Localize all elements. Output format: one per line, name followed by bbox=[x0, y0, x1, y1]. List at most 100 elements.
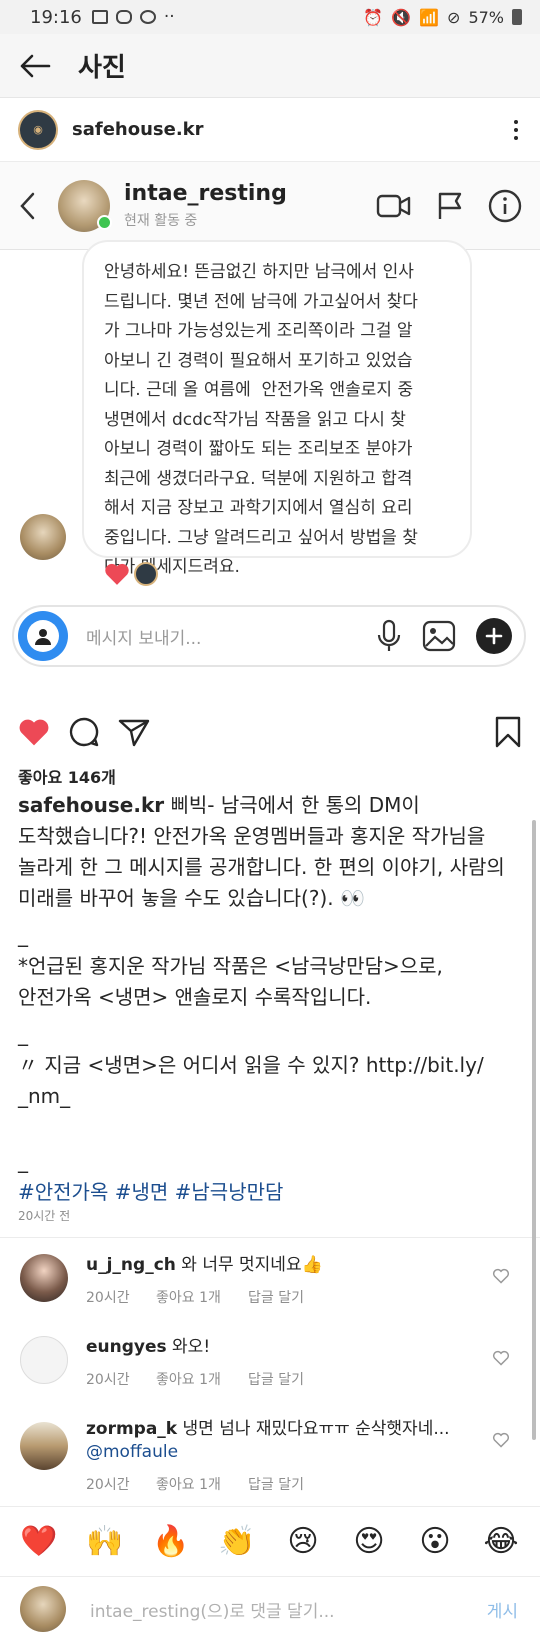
reactor-avatar bbox=[134, 562, 158, 586]
more-notifications-icon: ·· bbox=[163, 7, 175, 27]
caption-text: 안전가옥 <냉면> 앤솔로지 수록작입니다. bbox=[18, 985, 372, 1009]
status-time: 19:16 bbox=[30, 6, 82, 28]
emoji-surprised[interactable]: 😮 bbox=[411, 1522, 459, 1562]
comment-time: 20시간 bbox=[86, 1477, 130, 1493]
status-bar: 19:16 ·· ⏰ 🔇 📶 ⊘ 57% bbox=[0, 0, 540, 34]
comment-text: 와 너무 멋지네요👍 bbox=[175, 1255, 323, 1275]
emoji-clap[interactable]: 👏 bbox=[213, 1522, 261, 1562]
dm-header: intae_resting 현재 활동 중 bbox=[0, 162, 540, 250]
message-line: 안녕하세요! 뜬금없긴 하지만 남극에서 인사 bbox=[104, 262, 414, 282]
emoji-heart-eyes[interactable]: 😍 bbox=[345, 1522, 393, 1562]
dm-composer: 메시지 보내기... bbox=[12, 605, 526, 667]
divider bbox=[0, 1237, 540, 1238]
account-name[interactable]: safehouse.kr bbox=[72, 119, 204, 140]
caption-text: 삐빅- 남극에서 한 통의 DM이 bbox=[164, 793, 420, 817]
comment-text: 냉면 넘나 재밌다요ㅠㅠ 순삭햇자네... bbox=[177, 1419, 450, 1439]
message-line: 가 그나마 가능성있는게 조리쪽이라 그걸 알 bbox=[104, 321, 413, 341]
gallery-notification-icon bbox=[91, 10, 108, 24]
message-reactions bbox=[104, 562, 158, 586]
comment-like-icon[interactable] bbox=[492, 1350, 510, 1366]
message-line: 아보니 긴 경력이 필요해서 포기하고 있었습 bbox=[104, 350, 413, 371]
flag-icon bbox=[438, 192, 462, 219]
reply-button[interactable]: 답글 달기 bbox=[248, 1474, 304, 1494]
emoji-cry[interactable]: 😢 bbox=[279, 1522, 327, 1562]
microphone-icon bbox=[377, 619, 401, 651]
alarm-icon: ⏰ bbox=[363, 7, 384, 27]
post-timestamp: 20시간 전 bbox=[18, 1209, 71, 1223]
emoji-raised-hands[interactable]: 🙌 bbox=[81, 1522, 129, 1562]
comment-likes[interactable]: 좋아요 1개 bbox=[156, 1369, 248, 1389]
caption-separator: _ bbox=[18, 923, 28, 947]
current-user-avatar bbox=[20, 1586, 66, 1632]
comment-like-icon[interactable] bbox=[492, 1268, 510, 1284]
post-image[interactable]: intae_resting 현재 활동 중 안녕하세요! 뜬금없긴 하지만 남극… bbox=[0, 162, 540, 702]
dm-back-icon bbox=[0, 192, 54, 220]
share-icon[interactable] bbox=[118, 717, 150, 747]
dnd-icon: ⊘ bbox=[447, 7, 461, 27]
comment-username[interactable]: eungyes bbox=[86, 1337, 167, 1357]
app-bar: 사진 bbox=[0, 34, 540, 98]
comment-mention[interactable]: @moffaule bbox=[86, 1441, 486, 1464]
caption-handle[interactable]: safehouse.kr bbox=[18, 793, 164, 817]
back-arrow-icon bbox=[20, 54, 51, 77]
battery-level: 57% bbox=[468, 7, 504, 27]
account-avatar[interactable]: ◉ bbox=[18, 109, 58, 150]
post-header: ◉ safehouse.kr bbox=[0, 98, 540, 162]
comment-avatar[interactable] bbox=[20, 1336, 68, 1384]
gallery-icon bbox=[422, 620, 456, 652]
like-count[interactable]: 좋아요 146개 bbox=[18, 764, 116, 788]
bookmark-icon[interactable] bbox=[494, 716, 522, 748]
dm-message-bubble: 안녕하세요! 뜬금없긴 하지만 남극에서 인사 드립니다. 몇년 전에 남극에 … bbox=[82, 240, 472, 577]
caption-text: 놀라게 한 그 메시지를 공개합니다. 한 편의 이야기, 사람의 bbox=[18, 855, 505, 879]
video-call-icon bbox=[376, 194, 411, 217]
comment-time: 20시간 bbox=[86, 1290, 130, 1306]
page-title: 사진 bbox=[78, 53, 126, 83]
like-heart-icon[interactable] bbox=[18, 717, 50, 747]
emoji-laugh[interactable]: 😂 bbox=[477, 1522, 525, 1562]
mute-icon: 🔇 bbox=[391, 7, 412, 27]
message-line: 최근에 생겼더라구요. 덕분에 지원하고 합격 bbox=[104, 468, 413, 489]
reply-button[interactable]: 답글 달기 bbox=[248, 1369, 304, 1389]
post-actions bbox=[0, 704, 540, 760]
comment-like-icon[interactable] bbox=[492, 1432, 510, 1448]
dm-active-status: 현재 활동 중 bbox=[124, 213, 198, 229]
message-line: 냉면에서 dcdc작가님 작품을 읽고 다시 찾 bbox=[104, 409, 406, 430]
comment-likes[interactable]: 좋아요 1개 bbox=[156, 1474, 248, 1494]
dm-composer-placeholder: 메시지 보내기... bbox=[86, 628, 202, 649]
info-icon bbox=[488, 189, 522, 222]
status-right: ⏰ 🔇 📶 ⊘ 57% bbox=[363, 8, 522, 27]
emoji-quick-bar: ❤️ 🙌 🔥 👏 😢 😍 😮 😂 bbox=[0, 1506, 540, 1576]
comment-input[interactable]: intae_resting(으)로 댓글 달기... bbox=[90, 1597, 335, 1622]
comment-time: 20시간 bbox=[86, 1372, 130, 1388]
plus-icon bbox=[476, 618, 512, 654]
post-comment-button[interactable]: 게시 bbox=[487, 1597, 518, 1622]
caption-separator: _ bbox=[18, 1149, 28, 1173]
hashtag-link[interactable]: #냉면 bbox=[115, 1180, 169, 1204]
comment-icon[interactable] bbox=[68, 716, 100, 748]
message-line: 해서 지금 장보고 과학기지에서 열심히 요리 bbox=[104, 498, 413, 518]
caption-text: 미래를 바꾸어 놓을 수도 있습니다(?). 👀 bbox=[18, 886, 365, 910]
hashtag-link[interactable]: #남극낭만담 bbox=[175, 1180, 284, 1204]
online-indicator bbox=[97, 214, 112, 230]
caption-text: 도착했습니다?! 안전가옥 운영멤버들과 홍지운 작가님을 bbox=[18, 824, 486, 848]
back-button[interactable] bbox=[0, 34, 70, 98]
hashtag-link[interactable]: #안전가옥 bbox=[18, 1180, 108, 1204]
comment-text: 와오! bbox=[166, 1337, 211, 1357]
more-options-icon[interactable] bbox=[514, 119, 518, 140]
sender-avatar bbox=[20, 514, 66, 560]
reply-button[interactable]: 답글 달기 bbox=[248, 1287, 304, 1307]
message-line: 중입니다. 그냥 알려드리고 싶어서 방법을 찾 bbox=[104, 527, 418, 548]
scrollbar[interactable] bbox=[532, 820, 536, 1440]
comment-likes[interactable]: 좋아요 1개 bbox=[156, 1287, 248, 1307]
comment-avatar[interactable] bbox=[20, 1422, 68, 1470]
media-notification-icon bbox=[139, 10, 156, 24]
emoji-fire[interactable]: 🔥 bbox=[147, 1522, 195, 1562]
comment-composer: intae_resting(으)로 댓글 달기... 게시 bbox=[0, 1576, 540, 1641]
comment-username[interactable]: zormpa_k bbox=[86, 1419, 177, 1439]
dm-avatar bbox=[58, 179, 112, 232]
post-caption: safehouse.kr 삐빅- 남극에서 한 통의 DM이 도착했습니다?! … bbox=[18, 790, 528, 1208]
emoji-heart[interactable]: ❤️ bbox=[15, 1522, 63, 1562]
caption-separator: _ bbox=[18, 1022, 28, 1046]
comment-avatar[interactable] bbox=[20, 1254, 68, 1302]
comment-username[interactable]: u_j_ng_ch bbox=[86, 1255, 176, 1275]
